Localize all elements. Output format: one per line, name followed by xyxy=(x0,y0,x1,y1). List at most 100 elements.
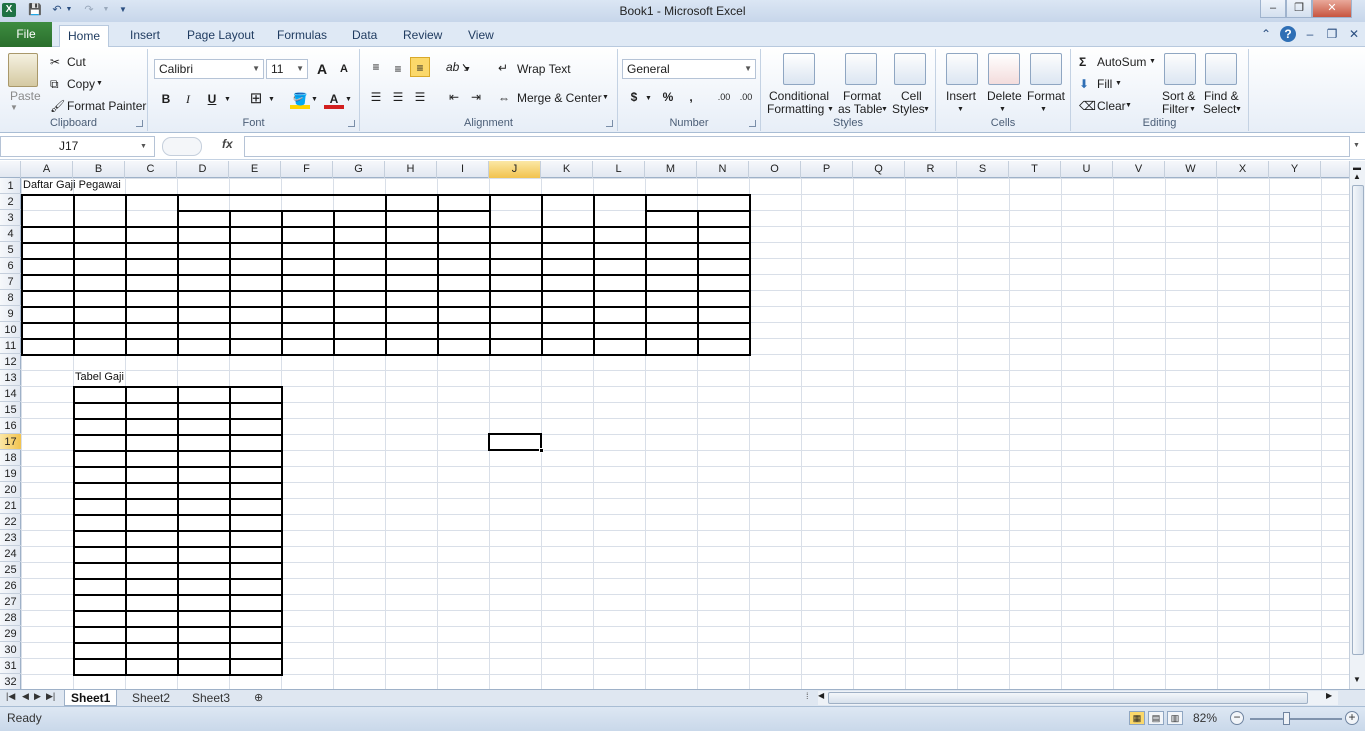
row-header-32[interactable]: 32 xyxy=(0,674,21,689)
tab-home[interactable]: Home xyxy=(59,25,110,47)
zoom-level[interactable]: 82% xyxy=(1193,711,1217,725)
column-header-r[interactable]: R xyxy=(905,161,957,178)
bold-button[interactable]: B xyxy=(156,89,176,109)
fill-dropdown-icon[interactable]: ▼ xyxy=(1115,77,1122,91)
row-header-30[interactable]: 30 xyxy=(0,642,21,658)
paste-icon[interactable] xyxy=(8,53,38,87)
expand-formula-bar-icon[interactable]: ▼ xyxy=(1353,142,1360,149)
cell-area[interactable]: Daftar Gaji Pegawai Tabel Gaji xyxy=(21,178,1349,689)
row-header-3[interactable]: 3 xyxy=(0,210,21,226)
column-header-i[interactable]: I xyxy=(437,161,489,178)
find-select-label-1[interactable]: Find & xyxy=(1204,89,1239,103)
name-box[interactable]: J17 xyxy=(0,136,155,157)
column-header-n[interactable]: N xyxy=(697,161,749,178)
merge-center-button[interactable]: Merge & Center xyxy=(517,91,602,105)
insert-cells-icon[interactable] xyxy=(946,53,978,85)
underline-button[interactable]: U xyxy=(202,89,222,109)
row-header-19[interactable]: 19 xyxy=(0,466,21,482)
find-select-label-2[interactable]: Select xyxy=(1203,102,1236,116)
row-header-4[interactable]: 4 xyxy=(0,226,21,242)
column-header-c[interactable]: C xyxy=(125,161,177,178)
column-header-w[interactable]: W xyxy=(1165,161,1217,178)
tab-review[interactable]: Review xyxy=(395,25,450,47)
maximize-button[interactable]: ❐ xyxy=(1286,0,1312,18)
increase-indent-icon[interactable]: ⇥ xyxy=(466,87,486,107)
prev-sheet-icon[interactable]: ◀ xyxy=(22,691,29,702)
scroll-left-icon[interactable]: ◀ xyxy=(818,691,824,700)
currency-dropdown-icon[interactable]: ▼ xyxy=(645,92,652,106)
sort-filter-label-1[interactable]: Sort & xyxy=(1162,89,1195,103)
font-name-dropdown-icon[interactable]: ▼ xyxy=(252,60,260,78)
font-size-dropdown-icon[interactable]: ▼ xyxy=(296,60,304,78)
row-header-27[interactable]: 27 xyxy=(0,594,21,610)
find-select-icon[interactable] xyxy=(1205,53,1237,85)
row-header-14[interactable]: 14 xyxy=(0,386,21,402)
comma-button[interactable]: , xyxy=(681,87,701,107)
format-as-table-icon[interactable] xyxy=(845,53,877,85)
align-top-icon[interactable]: ≡ xyxy=(366,57,386,77)
row-header-20[interactable]: 20 xyxy=(0,482,21,498)
column-header-j[interactable]: J xyxy=(489,161,541,178)
borders-icon[interactable]: ⊞ xyxy=(246,89,266,109)
delete-cells-icon[interactable] xyxy=(988,53,1020,85)
row-header-15[interactable]: 15 xyxy=(0,402,21,418)
format-as-table-label-1[interactable]: Format xyxy=(843,89,881,103)
next-sheet-icon[interactable]: ▶ xyxy=(34,691,41,702)
row-header-1[interactable]: 1 xyxy=(0,178,21,194)
workbook-restore-icon[interactable]: ❐ xyxy=(1324,26,1340,42)
cell-styles-icon[interactable] xyxy=(894,53,926,85)
font-color-dropdown-icon[interactable]: ▼ xyxy=(345,93,352,107)
number-launcher-icon[interactable] xyxy=(749,120,756,127)
fill-color-icon[interactable]: 🪣 xyxy=(290,89,310,109)
row-header-31[interactable]: 31 xyxy=(0,658,21,674)
row-header-7[interactable]: 7 xyxy=(0,274,21,290)
column-header-k[interactable]: K xyxy=(541,161,593,178)
conditional-formatting-icon[interactable] xyxy=(783,53,815,85)
tab-split-handle-icon[interactable]: ⁞ xyxy=(806,691,809,701)
column-header-y[interactable]: Y xyxy=(1269,161,1321,178)
column-header-o[interactable]: O xyxy=(749,161,801,178)
insert-cells-button[interactable]: Insert xyxy=(946,89,976,103)
cell-a1-text[interactable]: Daftar Gaji Pegawai xyxy=(23,179,121,191)
borders-dropdown-icon[interactable]: ▼ xyxy=(268,93,275,107)
fill-icon[interactable]: ⬇ xyxy=(1079,77,1089,91)
column-header-d[interactable]: D xyxy=(177,161,229,178)
row-header-2[interactable]: 2 xyxy=(0,194,21,210)
row-header-11[interactable]: 11 xyxy=(0,338,21,354)
row-header-10[interactable]: 10 xyxy=(0,322,21,338)
row-header-22[interactable]: 22 xyxy=(0,514,21,530)
column-header-p[interactable]: P xyxy=(801,161,853,178)
align-bottom-icon[interactable]: ≡ xyxy=(410,57,430,77)
cell-styles-dropdown-icon[interactable]: ▼ xyxy=(923,103,930,117)
minimize-ribbon-icon[interactable]: ⌃ xyxy=(1258,26,1274,42)
name-box-dropdown-icon[interactable]: ▼ xyxy=(140,143,147,150)
clipboard-launcher-icon[interactable] xyxy=(136,120,143,127)
percent-button[interactable]: % xyxy=(658,87,678,107)
scroll-down-icon[interactable]: ▼ xyxy=(1353,675,1361,684)
tab-page-layout[interactable]: Page Layout xyxy=(179,25,262,47)
format-cells-button[interactable]: Format xyxy=(1027,89,1065,103)
formula-input[interactable] xyxy=(244,136,1350,157)
wrap-text-button[interactable]: Wrap Text xyxy=(517,62,571,76)
row-header-6[interactable]: 6 xyxy=(0,258,21,274)
column-header-l[interactable]: L xyxy=(593,161,645,178)
copy-icon[interactable]: ⧉ xyxy=(50,77,59,91)
clear-icon[interactable]: ⌫ xyxy=(1079,99,1096,113)
font-size-combo[interactable]: 11 ▼ xyxy=(266,59,308,79)
scroll-up-icon[interactable]: ▲ xyxy=(1353,172,1361,181)
format-cells-dropdown-icon[interactable]: ▼ xyxy=(1040,103,1047,117)
minimize-button[interactable]: ‒ xyxy=(1260,0,1286,18)
autosum-icon[interactable]: Σ xyxy=(1079,55,1086,69)
decrease-indent-icon[interactable]: ⇤ xyxy=(444,87,464,107)
font-color-button[interactable]: A xyxy=(324,89,344,109)
cell-b13-text[interactable]: Tabel Gaji xyxy=(75,371,124,383)
merge-center-icon[interactable]: ⇔ xyxy=(498,91,510,105)
column-header-b[interactable]: B xyxy=(73,161,125,178)
fill-color-dropdown-icon[interactable]: ▼ xyxy=(311,93,318,107)
delete-cells-button[interactable]: Delete xyxy=(987,89,1022,103)
horizontal-scrollbar[interactable]: ◀ ▶ xyxy=(818,691,1338,705)
cell-styles-label-2[interactable]: Styles xyxy=(892,102,925,116)
column-header-a[interactable]: A xyxy=(21,161,73,178)
number-format-dropdown-icon[interactable]: ▼ xyxy=(744,60,752,78)
fill-button[interactable]: Fill xyxy=(1097,77,1112,91)
